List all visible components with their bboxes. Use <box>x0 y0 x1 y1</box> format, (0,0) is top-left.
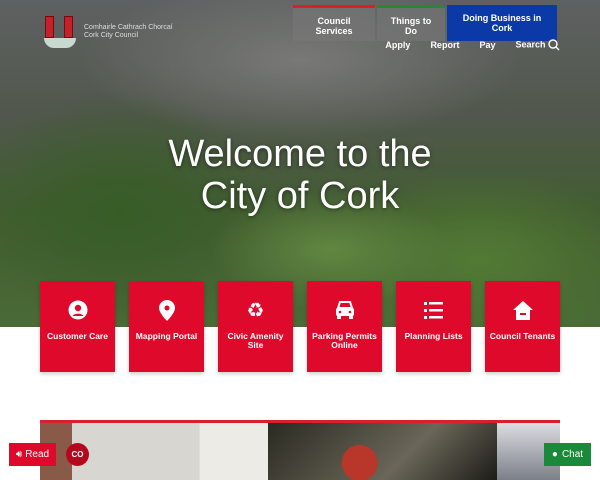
nav-report[interactable]: Report <box>430 40 459 50</box>
title-line2: City of Cork <box>200 175 400 217</box>
chat-label: Chat <box>561 449 584 460</box>
utility-nav: Apply Report Pay Search <box>385 39 560 51</box>
chat-button[interactable]: ● Chat <box>544 443 591 466</box>
car-icon <box>307 299 382 321</box>
title-line1: Welcome to the <box>168 133 432 175</box>
news-carousel[interactable] <box>40 420 560 480</box>
logo-line2: Cork City Council <box>84 32 139 39</box>
tile-label: Mapping Portal <box>135 331 198 341</box>
co-button[interactable]: CO <box>66 443 89 466</box>
site-logo[interactable]: Comhairle Cathrach Chorcaí Cork City Coun… <box>42 14 173 50</box>
main-nav: Council Services Things to Do Doing Busi… <box>293 5 557 41</box>
crest-icon <box>42 14 78 50</box>
tile-label: Customer Care <box>47 331 108 341</box>
quick-links: Customer Care Mapping Portal ♻ Civic Ame… <box>40 281 560 372</box>
nav-pay[interactable]: Pay <box>479 40 495 50</box>
co-label: CO <box>71 450 84 459</box>
tile-label: Council Tenants <box>489 331 556 341</box>
nav-things-to-do[interactable]: Things to Do <box>377 5 445 41</box>
tile-label: Parking Permits Online <box>312 331 377 350</box>
tile-label: Civic Amenity Site <box>227 331 284 350</box>
tile-mapping-portal[interactable]: Mapping Portal <box>129 281 204 372</box>
page-title: Welcome to the City of Cork <box>0 133 600 217</box>
recycle-icon: ♻ <box>246 299 265 322</box>
search-label: Search <box>515 39 546 50</box>
read-label: Read <box>25 449 50 460</box>
search-button[interactable]: Search <box>515 39 560 51</box>
user-circle-icon <box>40 299 115 321</box>
map-pin-icon <box>129 299 204 321</box>
news-image-2[interactable] <box>268 423 497 480</box>
tile-parking-permits[interactable]: Parking Permits Online <box>307 281 382 372</box>
nav-council-services[interactable]: Council Services <box>293 5 375 41</box>
list-icon <box>396 299 471 321</box>
speaker-icon: 🔊︎ <box>15 449 23 460</box>
tile-label: Planning Lists <box>404 331 463 341</box>
search-icon <box>548 39 560 51</box>
nav-doing-business[interactable]: Doing Business in Cork <box>447 5 557 41</box>
tile-council-tenants[interactable]: Council Tenants <box>485 281 560 372</box>
tile-customer-care[interactable]: Customer Care <box>40 281 115 372</box>
logo-line1: Comhairle Cathrach Chorcaí <box>84 24 173 31</box>
house-icon <box>485 299 560 321</box>
tile-civic-amenity[interactable]: ♻ Civic Amenity Site <box>218 281 293 372</box>
read-aloud-button[interactable]: 🔊︎ Read <box>9 443 56 466</box>
chat-bubbles-icon: ● <box>551 449 558 460</box>
nav-apply[interactable]: Apply <box>385 40 410 50</box>
tile-planning-lists[interactable]: Planning Lists <box>396 281 471 372</box>
